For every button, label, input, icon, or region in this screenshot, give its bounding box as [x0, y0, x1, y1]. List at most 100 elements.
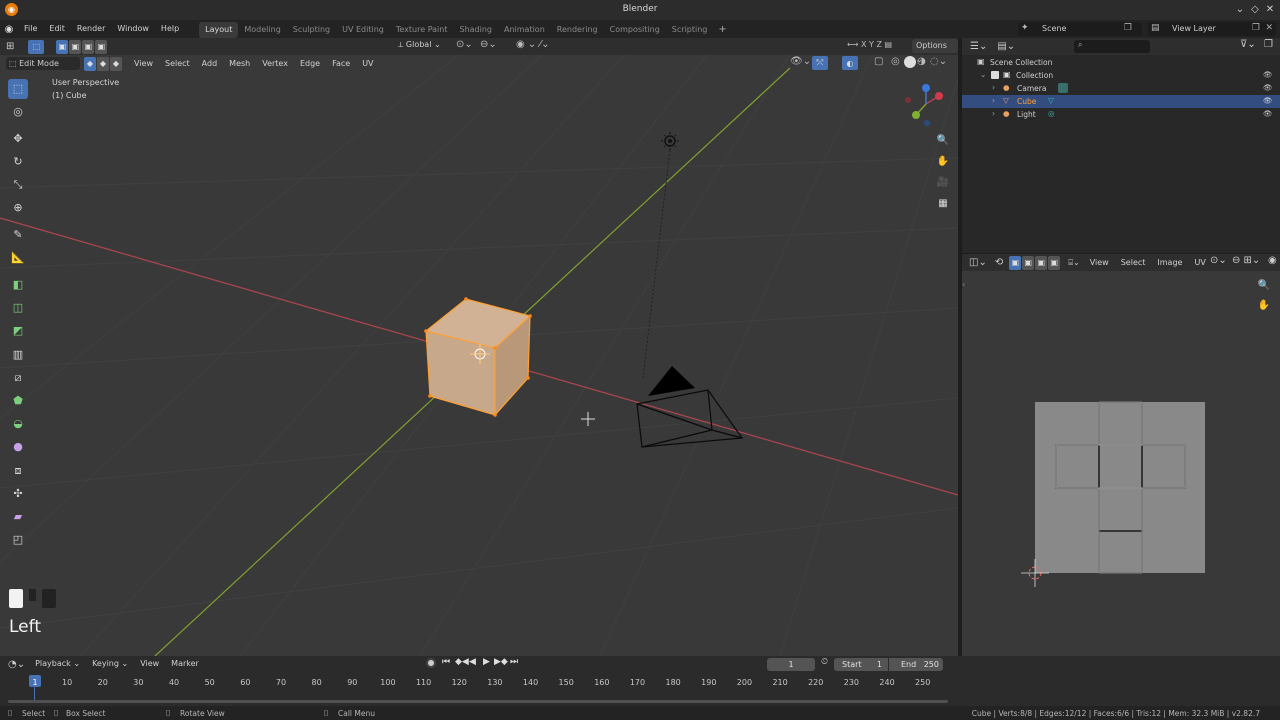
- menu-file[interactable]: File: [18, 20, 43, 38]
- vertex-select-icon[interactable]: ◆: [84, 56, 96, 71]
- viewport-menu-face[interactable]: Face: [326, 55, 356, 73]
- transform-orientation-dropdown[interactable]: ⟂ Global ⌄: [398, 40, 441, 50]
- select-box-tool-icon[interactable]: ⬚: [8, 79, 28, 99]
- tab-layout[interactable]: Layout: [199, 21, 239, 38]
- tab-scripting[interactable]: Scripting: [666, 22, 714, 38]
- proportional-edit-icon[interactable]: ◉ ⌄ ⁄⌄: [516, 39, 550, 50]
- menu-render[interactable]: Render: [71, 20, 111, 38]
- outliner-row-collection[interactable]: ⌄ ▣ Collection 👁: [962, 69, 1280, 82]
- xray-icon[interactable]: ▢: [874, 56, 883, 67]
- cursor-tool-icon[interactable]: ◎: [8, 102, 28, 122]
- expand-arrow-icon[interactable]: ›: [992, 96, 995, 105]
- viewport-canvas[interactable]: [0, 38, 958, 656]
- select-mode-new-icon[interactable]: ▣: [56, 39, 69, 54]
- select-mode-subtract-icon[interactable]: ▣: [82, 39, 95, 54]
- tab-uv-editing[interactable]: UV Editing: [336, 22, 390, 38]
- edge-select-icon[interactable]: ◆: [97, 56, 109, 71]
- overlay-toggle-icon[interactable]: ◐: [842, 56, 858, 70]
- loop-cut-tool-icon[interactable]: ▥: [8, 345, 28, 365]
- maximize-icon[interactable]: ◇: [1248, 3, 1262, 17]
- expand-arrow-icon[interactable]: ⌄: [980, 70, 986, 79]
- menu-help[interactable]: Help: [155, 20, 185, 38]
- timeline-scrollbar[interactable]: [8, 700, 948, 703]
- pan-hand-icon[interactable]: ✋: [934, 153, 952, 171]
- add-workspace-icon[interactable]: +: [713, 24, 731, 35]
- copy-view-layer-icon[interactable]: ❐: [1252, 23, 1260, 33]
- extrude-tool-icon[interactable]: ◧: [8, 275, 28, 295]
- outliner-row-scene-collection[interactable]: ▣ Scene Collection: [962, 56, 1280, 69]
- outliner-editor-type-icon[interactable]: ☰⌄: [970, 41, 987, 52]
- viewport-menu-add[interactable]: Add: [196, 55, 224, 73]
- shrink-fatten-tool-icon[interactable]: ✣: [8, 484, 28, 504]
- eye-icon[interactable]: 👁: [1263, 109, 1273, 118]
- view-layer-selector[interactable]: ▤ View Layer ❐ ✕: [1148, 22, 1276, 36]
- menu-window[interactable]: Window: [111, 20, 155, 38]
- tab-animation[interactable]: Animation: [498, 22, 551, 38]
- mirror-axis-icons[interactable]: ⟷ X Y Z ▤: [847, 40, 892, 49]
- rotate-tool-icon[interactable]: ↻: [8, 152, 28, 172]
- filter-icon[interactable]: ⊽⌄: [1240, 39, 1256, 50]
- select-mode-intersect-icon[interactable]: ▣: [95, 39, 108, 54]
- move-tool-icon[interactable]: ✥: [8, 129, 28, 149]
- expand-arrow-icon[interactable]: ›: [992, 109, 995, 118]
- perspective-toggle-icon[interactable]: ▦: [934, 195, 952, 213]
- tab-rendering[interactable]: Rendering: [551, 22, 604, 38]
- outliner-search-input[interactable]: ⌕: [1074, 40, 1150, 53]
- timeline-ruler[interactable]: 1 10 20 30 40 50 60 70 80 90 100 110 120 130 140 150 160…: [0, 656, 960, 706]
- viewport-menu-uv[interactable]: UV: [356, 55, 379, 73]
- blender-menu-icon[interactable]: ◉: [0, 24, 18, 35]
- eye-icon[interactable]: 👁: [1263, 83, 1273, 92]
- tab-compositing[interactable]: Compositing: [604, 22, 666, 38]
- tab-modeling[interactable]: Modeling: [238, 22, 286, 38]
- options-dropdown[interactable]: Options ⌄: [912, 39, 958, 64]
- zoom-icon[interactable]: 🔍: [934, 132, 952, 150]
- transform-tool-icon[interactable]: ⊕: [8, 198, 28, 218]
- face-select-icon[interactable]: ◆: [110, 56, 122, 71]
- copy-scene-icon[interactable]: ❐: [1124, 23, 1132, 33]
- outliner-row-light[interactable]: › ● Light ◎ 👁: [962, 108, 1280, 121]
- rip-region-tool-icon[interactable]: ◰: [8, 530, 28, 550]
- visibility-icons[interactable]: 👁⌄: [790, 56, 811, 67]
- viewport-menu-edge[interactable]: Edge: [294, 55, 326, 73]
- tab-texture-paint[interactable]: Texture Paint: [390, 22, 454, 38]
- scene-selector[interactable]: ✦ Scene ❐: [1018, 22, 1142, 36]
- edge-slide-tool-icon[interactable]: ⧈: [8, 461, 28, 481]
- eye-icon[interactable]: 👁: [1263, 96, 1273, 105]
- outliner-row-cube[interactable]: › ▽ Cube ▽ 👁: [962, 95, 1280, 108]
- exclude-checkbox[interactable]: [991, 71, 999, 79]
- new-collection-icon[interactable]: ❐: [1264, 39, 1273, 50]
- smooth-tool-icon[interactable]: ●: [8, 437, 28, 457]
- eye-icon[interactable]: 👁: [1263, 70, 1273, 79]
- editor-type-icon[interactable]: ⊞: [6, 41, 14, 52]
- close-icon[interactable]: ✕: [1263, 3, 1277, 17]
- 3d-viewport[interactable]: ⊞ ⬚ ▣ ▣ ▣ ▣ ⟂ Global ⌄ ⊙⌄ ⊖⌄ ◉ ⌄ ⁄⌄ ⟷ X …: [0, 38, 958, 656]
- spin-tool-icon[interactable]: ◒: [8, 414, 28, 434]
- shading-rendered-icon[interactable]: ◌⌄: [930, 56, 947, 67]
- viewport-menu-vertex[interactable]: Vertex: [256, 55, 294, 73]
- inset-tool-icon[interactable]: ◫: [8, 298, 28, 318]
- menu-edit[interactable]: Edit: [43, 20, 71, 38]
- tab-shading[interactable]: Shading: [453, 22, 498, 38]
- knife-tool-icon[interactable]: ⧄: [8, 368, 28, 388]
- select-tool-indicator-icon[interactable]: ⬚: [28, 39, 45, 54]
- measure-tool-icon[interactable]: 📐: [8, 248, 28, 268]
- annotate-tool-icon[interactable]: ✎: [8, 225, 28, 245]
- camera-view-icon[interactable]: 🎥: [934, 174, 952, 192]
- shading-material-icon[interactable]: ◑: [917, 56, 926, 67]
- expand-arrow-icon[interactable]: ›: [992, 83, 995, 92]
- pivot-point-icon[interactable]: ⊙⌄: [456, 39, 473, 50]
- scale-tool-icon[interactable]: ⤡: [8, 175, 28, 195]
- viewport-menu-view[interactable]: View: [128, 55, 159, 73]
- edit-mode-dropdown[interactable]: ⬚ Edit Mode: [6, 57, 80, 70]
- viewport-menu-mesh[interactable]: Mesh: [223, 55, 256, 73]
- shading-solid-icon[interactable]: [904, 56, 916, 68]
- shading-wireframe-icon[interactable]: ◎: [891, 56, 900, 67]
- poly-build-tool-icon[interactable]: ⬟: [8, 391, 28, 411]
- uv-canvas[interactable]: [962, 254, 1280, 656]
- snap-icon[interactable]: ⊖⌄: [480, 39, 497, 50]
- gizmo-toggle-icon[interactable]: ⤲: [812, 56, 828, 70]
- uv-editor[interactable]: ◫⌄ ⟲ ▣ ▣ ▣ ▣ ⌸⌄ View Select Image UV ⊙⌄ …: [962, 254, 1280, 656]
- outliner-row-camera[interactable]: › ● Camera 👁: [962, 82, 1280, 95]
- tab-sculpting[interactable]: Sculpting: [287, 22, 336, 38]
- remove-view-layer-icon[interactable]: ✕: [1265, 23, 1273, 33]
